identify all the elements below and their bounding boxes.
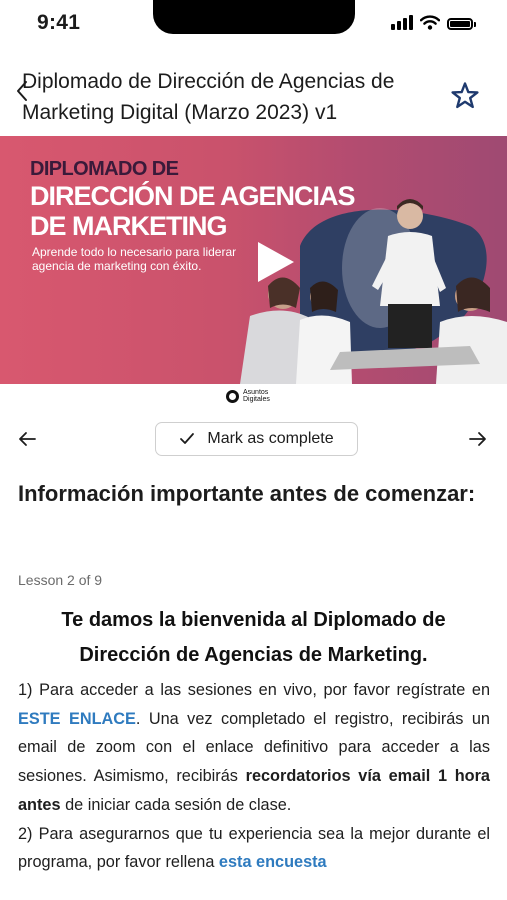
status-icons bbox=[391, 14, 476, 30]
lesson-body: 1) Para acceder a las sesiones en vivo, … bbox=[18, 676, 490, 877]
course-header: Diplomado de Dirección de Agencias de Ma… bbox=[0, 58, 507, 130]
favorite-star-icon[interactable] bbox=[449, 80, 481, 112]
next-lesson-arrow-icon[interactable] bbox=[467, 428, 489, 450]
mark-complete-label: Mark as complete bbox=[207, 430, 334, 447]
device-notch bbox=[153, 0, 355, 34]
lesson-video-player[interactable]: DIPLOMADO DE DIRECCIÓN DE AGENCIAS DE MA… bbox=[0, 136, 507, 384]
previous-lesson-arrow-icon[interactable] bbox=[16, 428, 38, 450]
signal-icon bbox=[391, 14, 413, 30]
wifi-icon bbox=[420, 15, 440, 30]
paragraph-1-text-3: de iniciar cada sesión de clase. bbox=[60, 795, 292, 814]
lesson-counter: Lesson 2 of 9 bbox=[18, 572, 103, 588]
status-bar: 9:41 bbox=[0, 0, 507, 48]
brand-name: Asuntos Digitales bbox=[243, 389, 270, 403]
brand-logo: Asuntos Digitales bbox=[226, 389, 283, 403]
lesson-title: Información importante antes de comenzar… bbox=[18, 481, 476, 506]
survey-link[interactable]: esta encuesta bbox=[219, 853, 327, 871]
paragraph-2: 2) Para asegurarnos que tu experiencia s… bbox=[18, 820, 490, 877]
hero-subtitle: Aprende todo lo necesario para liderar a… bbox=[32, 245, 237, 273]
registration-link[interactable]: ESTE ENLACE bbox=[18, 710, 136, 728]
paragraph-1: 1) Para acceder a las sesiones en vivo, … bbox=[18, 676, 490, 820]
checkmark-icon bbox=[180, 433, 195, 444]
status-time: 9:41 bbox=[37, 11, 81, 34]
hero-line-2: DIRECCIÓN DE AGENCIAS bbox=[30, 181, 356, 211]
welcome-heading: Te damos la bienvenida al Diplomado de D… bbox=[61, 609, 446, 666]
brand-mark-icon bbox=[226, 389, 239, 403]
battery-icon bbox=[447, 18, 476, 30]
course-title: Diplomado de Dirección de Agencias de Ma… bbox=[22, 70, 395, 124]
lesson-navigation: Mark as complete bbox=[0, 422, 507, 456]
hero-line-1: DIPLOMADO DE bbox=[30, 158, 179, 180]
mark-complete-button[interactable]: Mark as complete bbox=[155, 422, 358, 456]
hero-line-3: DE MARKETING bbox=[30, 211, 227, 241]
paragraph-1-text: 1) Para acceder a las sesiones en vivo, … bbox=[18, 681, 490, 699]
